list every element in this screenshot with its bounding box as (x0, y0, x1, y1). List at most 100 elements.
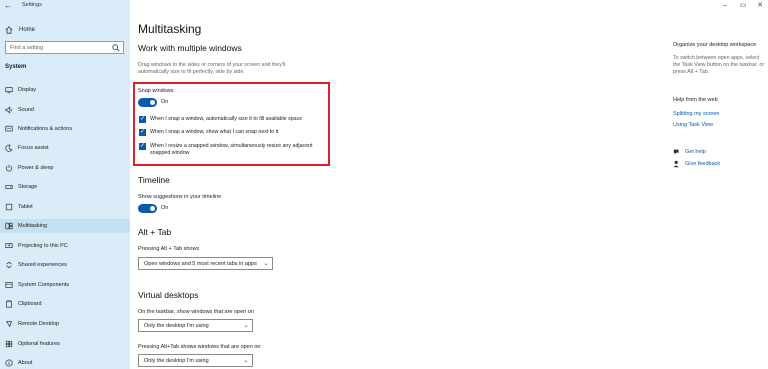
organize-workspace-title: Organize your desktop workspace (673, 42, 757, 48)
sidebar-item-label: Tablet (18, 204, 33, 210)
chevron-down-icon: ⌄ (243, 358, 249, 364)
alt-tab-value: Open windows and 5 most recent tabs in a… (144, 260, 257, 267)
taskbar-windows-label: On the taskbar, show windows that are op… (138, 309, 254, 315)
search-icon (112, 43, 120, 51)
snap-windows-toggle[interactable] (138, 98, 157, 107)
sidebar-item-multitasking[interactable]: Multitasking (0, 219, 130, 233)
sidebar-item-shared-experiences[interactable]: Shared experiences (0, 258, 130, 272)
get-help-label: Get help (685, 149, 706, 155)
sidebar-item-label: Shared experiences (18, 262, 67, 268)
about-icon (5, 359, 13, 367)
sidebar-item-label: Notifications & actions (18, 126, 73, 132)
taskbar-windows-value: Only the desktop I'm using (144, 322, 209, 329)
help-from-web-title: Help from the web (673, 97, 718, 103)
sidebar-item-projecting[interactable]: Projecting to this PC (0, 239, 130, 253)
chevron-down-icon: ⌄ (243, 323, 249, 329)
sidebar-item-label: Display (18, 87, 37, 93)
toggle-knob (150, 206, 155, 211)
sidebar-item-system-components[interactable]: System Components (0, 278, 130, 292)
snap-assist-label: When I snap a window, show what I can sn… (150, 129, 279, 135)
snap-fill-space-checkbox[interactable]: ✓ (139, 116, 146, 123)
sidebar-item-label: Projecting to this PC (18, 243, 68, 249)
sidebar-item-label: Power & sleep (18, 165, 54, 171)
home-link[interactable]: Home (5, 24, 125, 36)
toggle-knob (150, 100, 155, 105)
get-help-link[interactable]: Get help (673, 147, 706, 157)
help-icon (673, 149, 679, 155)
sidebar-section-system: System (5, 64, 27, 70)
taskbar-windows-dropdown[interactable]: Only the desktop I'm using ⌄ (138, 319, 253, 332)
sound-icon (5, 106, 12, 114)
home-icon (5, 26, 13, 34)
storage-icon (5, 185, 13, 189)
shared-experiences-icon (6, 261, 12, 269)
minimize-button[interactable]: – (718, 1, 732, 10)
sidebar-item-storage[interactable]: Storage (0, 180, 130, 194)
alt-tab-windows-label: Pressing Alt+Tab shows windows that are … (138, 344, 261, 350)
alt-tab-heading: Alt + Tab (138, 227, 172, 237)
alt-tab-label: Pressing Alt + Tab shows (138, 246, 200, 252)
work-with-windows-description: Drag windows to the sides or corners of … (138, 62, 286, 75)
projecting-icon (5, 243, 13, 248)
sidebar-item-label: System Components (18, 282, 70, 288)
alt-tab-dropdown[interactable]: Open windows and 5 most recent tabs in a… (138, 257, 273, 270)
optional-features-icon (5, 340, 13, 348)
display-icon (5, 87, 13, 94)
snap-assist-checkbox[interactable]: ✓ (139, 129, 146, 136)
notifications-icon (5, 125, 13, 132)
app-title: Settings (22, 2, 42, 8)
sidebar-item-notifications[interactable]: Notifications & actions (0, 122, 130, 136)
give-feedback-link[interactable]: Give feedback (673, 159, 720, 169)
work-with-windows-heading: Work with multiple windows (138, 43, 242, 53)
timeline-toggle[interactable] (138, 204, 157, 213)
alt-tab-windows-value: Only the desktop I'm using (144, 357, 209, 364)
snap-resize-label: When I resize a snapped window, simultan… (150, 143, 313, 156)
search-placeholder: Find a setting (10, 44, 44, 51)
sidebar-item-tablet[interactable]: Tablet (0, 200, 130, 214)
virtual-desktops-heading: Virtual desktops (138, 290, 199, 300)
multitasking-icon (5, 222, 13, 230)
sidebar-item-clipboard[interactable]: Clipboard (0, 297, 130, 311)
sidebar-item-label: About (18, 360, 33, 366)
tablet-icon (5, 203, 13, 211)
sidebar-item-label: Remote Desktop (18, 321, 59, 327)
search-input[interactable]: Find a setting (5, 41, 124, 54)
snap-windows-label: Snap windows (138, 88, 174, 94)
sidebar-item-label: Sound (18, 107, 34, 113)
using-task-view-link[interactable]: Using Task View (673, 122, 713, 128)
sidebar-item-label: Optional features (18, 341, 60, 347)
snap-fill-space-label: When I snap a window, automatically size… (150, 116, 303, 122)
clipboard-icon (6, 300, 12, 308)
splitting-screen-link[interactable]: Splitting my screen (673, 111, 719, 117)
organize-workspace-description: To switch between open apps, select the … (673, 55, 765, 75)
sidebar-item-power-sleep[interactable]: Power & sleep (0, 161, 130, 175)
timeline-label: Show suggestions in your timeline (138, 194, 222, 200)
chevron-down-icon: ⌄ (263, 261, 269, 267)
sidebar-item-remote-desktop[interactable]: Remote Desktop (0, 317, 130, 331)
sidebar-item-label: Storage (18, 184, 38, 190)
give-feedback-label: Give feedback (685, 161, 721, 167)
back-button[interactable]: ← (3, 1, 13, 10)
timeline-state: On (161, 205, 169, 211)
sidebar: Home Find a setting System Display Sound… (0, 0, 130, 369)
timeline-heading: Timeline (138, 175, 170, 185)
sidebar-item-about[interactable]: About (0, 356, 130, 369)
sidebar-item-label: Clipboard (18, 301, 42, 307)
feedback-icon (673, 160, 679, 168)
home-label: Home (19, 27, 36, 33)
close-button[interactable]: ✕ (753, 1, 767, 10)
sidebar-item-focus-assist[interactable]: Focus assist (0, 141, 130, 155)
snap-windows-state: On (161, 99, 169, 105)
snap-resize-checkbox[interactable]: ✓ (139, 143, 146, 150)
maximize-button[interactable]: ▭ (736, 1, 750, 10)
title-bar: ← Settings – ▭ ✕ (0, 0, 768, 12)
system-components-icon (5, 282, 13, 288)
focus-assist-icon (5, 144, 13, 152)
sidebar-item-label: Focus assist (18, 145, 49, 151)
page-title: Multitasking (138, 22, 202, 36)
sidebar-item-display[interactable]: Display (0, 83, 130, 97)
power-icon (5, 164, 13, 172)
sidebar-item-optional-features[interactable]: Optional features (0, 337, 130, 351)
alt-tab-windows-dropdown[interactable]: Only the desktop I'm using ⌄ (138, 354, 253, 367)
sidebar-item-sound[interactable]: Sound (0, 103, 130, 117)
